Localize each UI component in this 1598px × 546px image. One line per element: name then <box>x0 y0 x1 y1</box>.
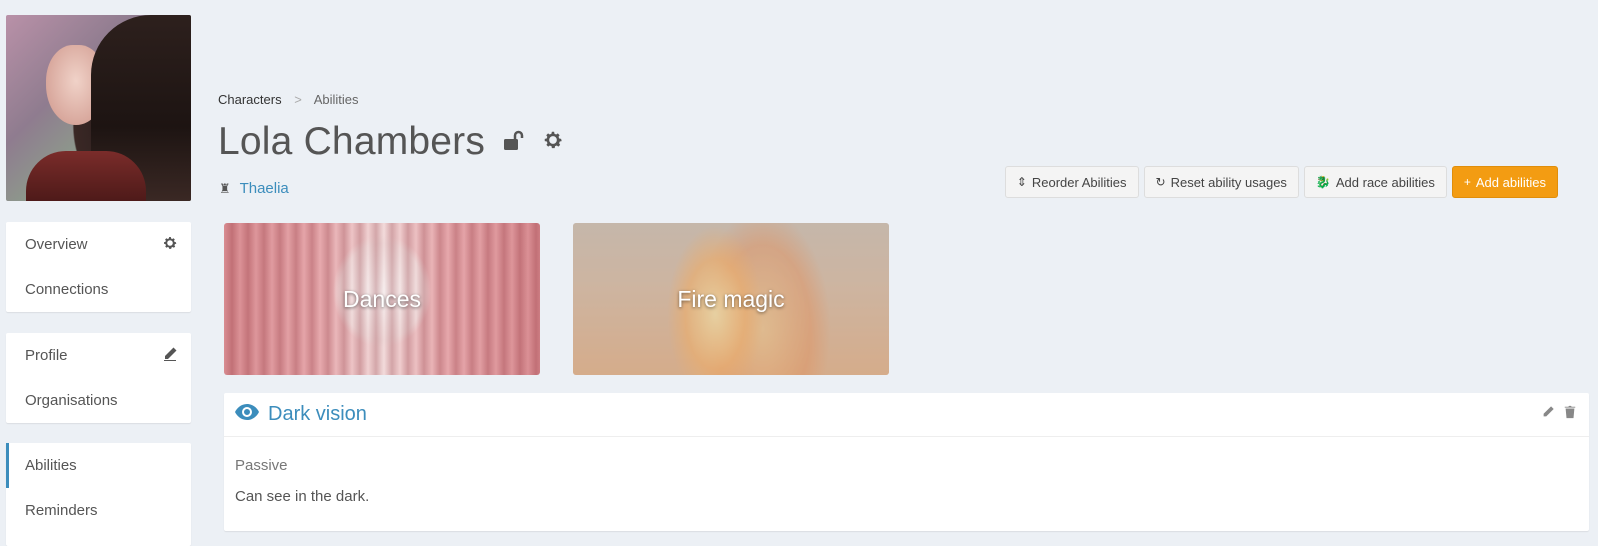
character-location: ♜ Thaelia <box>219 180 289 197</box>
sidebar-item-label: Profile <box>25 347 68 364</box>
trash-icon[interactable] <box>1563 405 1577 422</box>
breadcrumb-current: Abilities <box>313 92 359 107</box>
page: Overview Connections Profile Organisatio… <box>0 0 1598 546</box>
avatar-dress <box>26 151 146 201</box>
page-title: Lola Chambers <box>218 120 486 163</box>
sidebar-item-overview[interactable]: Overview <box>6 222 191 267</box>
dragon-icon: 🐉 <box>1315 175 1331 189</box>
button-label: Reorder Abilities <box>1031 174 1127 190</box>
sidebar-item-label: Reminders <box>25 502 98 519</box>
add-race-abilities-button[interactable]: 🐉 Add race abilities <box>1303 166 1447 198</box>
gear-icon[interactable] <box>161 235 179 253</box>
ability-card-fire-magic[interactable]: Fire magic <box>573 223 889 375</box>
ability-card-title: Fire magic <box>677 285 785 312</box>
location-link[interactable]: Thaelia <box>240 180 289 197</box>
title-row: Lola Chambers <box>218 120 564 170</box>
sidebar-item-label: Organisations <box>25 392 118 409</box>
ability-card-dances[interactable]: Dances <box>224 223 540 375</box>
button-label: Add abilities <box>1475 174 1546 190</box>
breadcrumb: Characters > Abilities <box>218 92 359 107</box>
sidebar-item-label: Connections <box>25 281 109 298</box>
ability-panel: Dark vision Passive Can see in the dark. <box>224 393 1589 531</box>
sidebar-item-label: Overview <box>25 236 88 253</box>
pencil-icon[interactable] <box>1541 405 1555 422</box>
ability-description: Can see in the dark. <box>235 488 370 505</box>
breadcrumb-characters[interactable]: Characters <box>218 92 282 107</box>
sort-icon: ⇕ <box>1016 175 1027 189</box>
ability-card-title: Dances <box>343 285 421 312</box>
gear-icon[interactable] <box>542 129 564 156</box>
sidebar-group-3: Abilities Reminders <box>6 443 191 546</box>
sidebar-group-2: Profile Organisations <box>6 333 191 423</box>
button-label: Add race abilities <box>1335 174 1435 190</box>
ability-actions <box>1541 405 1577 422</box>
reset-ability-usages-button[interactable]: ↻ Reset ability usages <box>1143 166 1299 198</box>
sidebar-item-label: Abilities <box>25 457 77 474</box>
pencil-icon[interactable] <box>161 346 179 364</box>
sidebar-item-reminders[interactable]: Reminders <box>6 488 191 533</box>
sidebar-item-connections[interactable]: Connections <box>6 267 191 312</box>
button-label: Reset ability usages <box>1170 174 1287 190</box>
ability-title[interactable]: Dark vision <box>268 403 367 426</box>
ability-panel-body: Passive Can see in the dark. <box>224 437 1589 505</box>
sidebar-item-abilities[interactable]: Abilities <box>6 443 191 488</box>
unlock-icon[interactable] <box>502 129 524 156</box>
sidebar-group-1: Overview Connections <box>6 222 191 312</box>
add-abilities-button[interactable]: + Add abilities <box>1451 166 1558 198</box>
ability-panel-header: Dark vision <box>224 393 1589 437</box>
chess-rook-icon: ♜ <box>219 181 231 196</box>
breadcrumb-separator: > <box>294 92 302 107</box>
sidebar-item-organisations[interactable]: Organisations <box>6 378 191 423</box>
eye-icon <box>235 404 259 425</box>
plus-icon: + <box>1463 175 1471 189</box>
reorder-abilities-button[interactable]: ⇕ Reorder Abilities <box>1004 166 1139 198</box>
ability-type: Passive <box>235 457 288 474</box>
toolbar: ⇕ Reorder Abilities ↻ Reset ability usag… <box>1004 166 1558 198</box>
sidebar-item-profile[interactable]: Profile <box>6 333 191 378</box>
redo-icon: ↻ <box>1155 175 1166 189</box>
character-avatar[interactable] <box>6 15 191 201</box>
